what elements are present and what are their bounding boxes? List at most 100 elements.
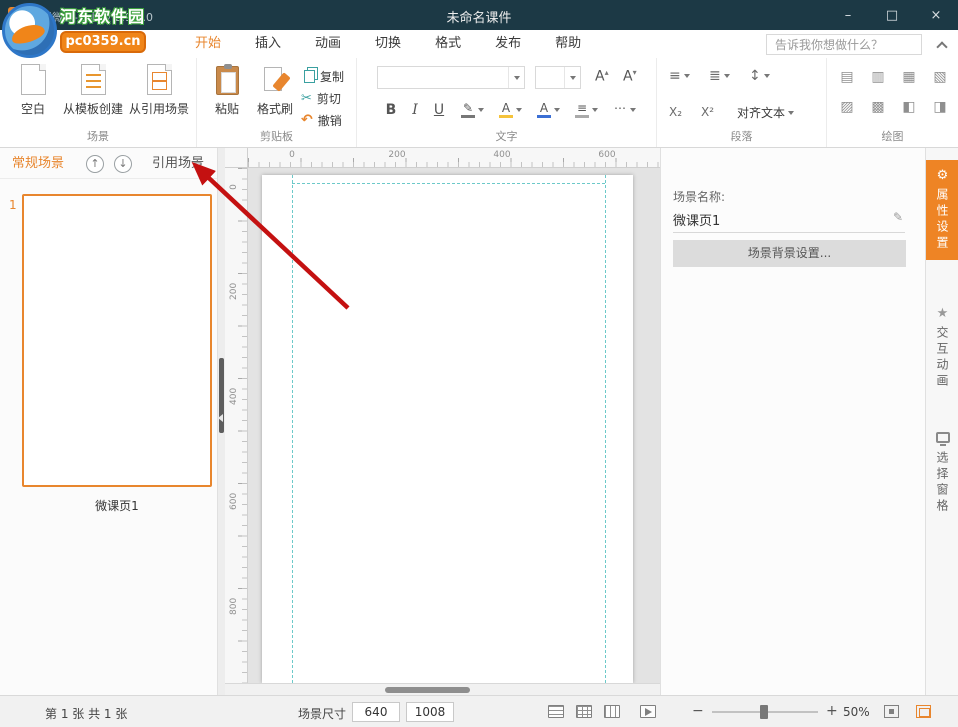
- numbered-list-button[interactable]: ≣: [709, 68, 730, 84]
- arrange-tool-icon-3[interactable]: ▦: [897, 66, 921, 88]
- panel-splitter[interactable]: [218, 148, 225, 695]
- tab-transition[interactable]: 切换: [358, 30, 418, 58]
- more-text-effects-button[interactable]: ⋯: [613, 102, 636, 118]
- align-text-button[interactable]: 对齐文本: [737, 104, 794, 121]
- format-painter-button[interactable]: 格式刷: [251, 64, 299, 117]
- arrange-tool-icon-7[interactable]: ◧: [897, 96, 921, 118]
- tab-help[interactable]: 帮助: [538, 30, 598, 58]
- from-reference-scene-button[interactable]: 从引用场景: [126, 64, 192, 117]
- text-shading-button[interactable]: ≡: [575, 102, 598, 118]
- copy-button[interactable]: 复制: [301, 68, 344, 85]
- view-grid-icon[interactable]: [576, 705, 592, 718]
- highlight-color-button[interactable]: A: [499, 102, 522, 118]
- side-tab-selection-label: 选择窗格: [934, 451, 951, 515]
- scene-height-input[interactable]: 1008: [406, 702, 454, 722]
- side-tab-selection[interactable]: 选择窗格: [926, 432, 958, 515]
- scene-background-settings-button[interactable]: 场景背景设置...: [673, 240, 906, 267]
- paste-button[interactable]: 粘贴: [205, 64, 249, 117]
- grow-font-button[interactable]: A▴: [595, 68, 609, 85]
- tab-reference-scenes[interactable]: 引用场景: [152, 148, 204, 179]
- zoom-percent: 50%: [843, 705, 870, 719]
- arrange-tool-icon-6[interactable]: ▩: [866, 96, 890, 118]
- fit-to-window-icon[interactable]: [884, 705, 899, 718]
- tab-animation[interactable]: 动画: [298, 30, 358, 58]
- superscript-button[interactable]: X²: [701, 104, 714, 120]
- scene-name-value[interactable]: 微课页1: [673, 210, 720, 229]
- font-family-dropdown-icon[interactable]: [508, 67, 524, 88]
- view-columns-icon[interactable]: [604, 705, 620, 718]
- ribbon-group-drawing: ▤ ▥ ▦ ▧ ▨ ▩ ◧ ◨ 绘图: [827, 58, 958, 147]
- zoom-in-button[interactable]: +: [826, 703, 838, 719]
- tab-normal-scenes[interactable]: 常规场景: [12, 148, 64, 179]
- scene-width-input[interactable]: 640: [352, 702, 400, 722]
- shrink-font-letter: A: [623, 69, 633, 85]
- watermark-site-name: 河东软件园: [60, 3, 146, 27]
- char-border-button[interactable]: ✎: [461, 102, 484, 118]
- fullscreen-icon[interactable]: [916, 705, 931, 718]
- reference-page-icon: [147, 64, 172, 95]
- from-reference-scene-label: 从引用场景: [126, 100, 192, 117]
- font-family-select[interactable]: [377, 66, 525, 89]
- blank-page-icon: [21, 64, 46, 95]
- tab-insert[interactable]: 插入: [238, 30, 298, 58]
- shrink-arrow-icon: ▾: [633, 68, 637, 77]
- side-tab-properties[interactable]: ⚙ 属性设置: [926, 160, 958, 260]
- scenes-panel: 常规场景 ↑ ↓ 引用场景 1 微课页1: [0, 148, 218, 695]
- font-size-dropdown-icon[interactable]: [564, 67, 580, 88]
- bullet-list-button[interactable]: ≡: [669, 68, 690, 84]
- ribbon-group-clipboard: 粘贴 格式刷 复制 ✂ 剪切 ↶ 撤销 剪贴板: [197, 58, 357, 147]
- close-button[interactable]: ×: [914, 0, 958, 30]
- shading-icon: ≡: [575, 102, 589, 118]
- arrange-tool-icon-2[interactable]: ▥: [866, 66, 890, 88]
- arrange-tool-icon-1[interactable]: ▤: [835, 66, 859, 88]
- font-size-select[interactable]: [535, 66, 581, 89]
- tell-me-search-input[interactable]: [766, 34, 922, 55]
- slide-thumbnail[interactable]: [22, 194, 212, 487]
- edit-scene-name-icon[interactable]: ✎: [893, 210, 903, 224]
- cut-button[interactable]: ✂ 剪切: [301, 90, 341, 107]
- slide-caption: 微课页1: [22, 497, 212, 514]
- view-normal-icon[interactable]: [548, 705, 564, 718]
- subscript-icon: X₂: [669, 104, 682, 120]
- move-scene-up-button[interactable]: ↑: [86, 155, 104, 173]
- side-tab-interaction[interactable]: ★ 交互动画: [926, 306, 958, 390]
- horizontal-scrollbar[interactable]: [225, 683, 660, 695]
- watermark: 河东软件园 pc0359.cn: [2, 3, 146, 58]
- watermark-texts: 河东软件园 pc0359.cn: [60, 3, 146, 53]
- move-scene-down-button[interactable]: ↓: [114, 155, 132, 173]
- scene-page[interactable]: [262, 175, 633, 683]
- collapse-panel-icon[interactable]: [218, 414, 223, 422]
- blank-scene-label: 空白: [8, 100, 58, 117]
- font-color-button[interactable]: A: [537, 102, 560, 118]
- blank-scene-button[interactable]: 空白: [8, 64, 58, 117]
- font-color-icon: A: [537, 102, 551, 118]
- line-spacing-button[interactable]: ↕: [749, 68, 770, 84]
- tab-publish[interactable]: 发布: [478, 30, 538, 58]
- underline-button[interactable]: U: [429, 102, 449, 118]
- horizontal-scrollbar-thumb[interactable]: [385, 687, 470, 693]
- arrange-tool-icon-8[interactable]: ◨: [928, 96, 952, 118]
- arrange-tool-icon-5[interactable]: ▨: [835, 96, 859, 118]
- zoom-slider-thumb[interactable]: [760, 705, 768, 719]
- vertical-ruler: 0 200 400 600 800: [225, 168, 248, 683]
- v-ruler-label: 600: [229, 494, 239, 510]
- italic-button[interactable]: I: [405, 102, 425, 118]
- arrange-tool-icon-4[interactable]: ▧: [928, 66, 952, 88]
- scene-size-label: 场景尺寸: [298, 705, 346, 722]
- collapse-ribbon-icon[interactable]: [936, 41, 947, 52]
- bold-button[interactable]: B: [381, 102, 401, 118]
- maximize-button[interactable]: □: [870, 0, 914, 30]
- subscript-button[interactable]: X₂: [669, 104, 682, 120]
- minimize-button[interactable]: –: [826, 0, 870, 30]
- zoom-out-button[interactable]: −: [692, 703, 704, 719]
- side-tab-properties-label: 属性设置: [934, 188, 951, 252]
- tab-format[interactable]: 格式: [418, 30, 478, 58]
- undo-icon: ↶: [301, 114, 313, 127]
- line-spacing-icon: ↕: [749, 68, 761, 84]
- undo-button[interactable]: ↶ 撤销: [301, 112, 342, 129]
- slideshow-icon[interactable]: [640, 705, 656, 718]
- shrink-font-button[interactable]: A▾: [623, 68, 637, 85]
- canvas-area[interactable]: [248, 168, 660, 683]
- tab-home[interactable]: 开始: [178, 30, 238, 58]
- create-from-template-button[interactable]: 从模板创建: [60, 64, 126, 117]
